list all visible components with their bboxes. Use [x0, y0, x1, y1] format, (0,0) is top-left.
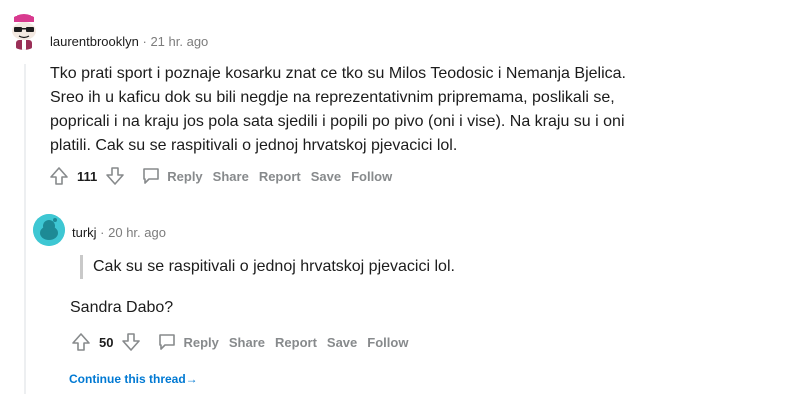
continue-thread-label: Continue this thread: [69, 372, 186, 386]
continue-thread-link[interactable]: Continue this thread→: [69, 372, 198, 386]
snoo-avatar-icon: [12, 14, 36, 50]
avatar[interactable]: [33, 214, 65, 246]
timestamp[interactable]: 20 hr. ago: [108, 225, 166, 240]
share-button[interactable]: Share: [213, 169, 249, 184]
downvote-button[interactable]: [119, 330, 143, 354]
downvote-button[interactable]: [103, 164, 127, 188]
downvote-icon: [106, 167, 125, 185]
report-button[interactable]: Report: [259, 169, 301, 184]
comment-bubble-icon: [159, 334, 176, 350]
reply-button[interactable]: Reply: [141, 166, 203, 186]
upvote-button[interactable]: [69, 330, 93, 354]
comment-body: Sandra Dabo?: [70, 299, 174, 316]
author-name[interactable]: turkj: [72, 225, 97, 240]
snoo-avatar-icon: [33, 214, 65, 246]
upvote-button[interactable]: [47, 164, 71, 188]
report-button[interactable]: Report: [275, 335, 317, 350]
thread-line[interactable]: [24, 64, 26, 394]
upvote-icon: [50, 167, 68, 185]
timestamp[interactable]: 21 hr. ago: [150, 34, 208, 49]
vote-score: 50: [99, 334, 114, 350]
reply-label: Reply: [167, 168, 203, 184]
upvote-icon: [72, 333, 90, 351]
share-button[interactable]: Share: [229, 335, 265, 350]
comment-meta: turkj · 20 hr. ago: [72, 225, 166, 240]
follow-button[interactable]: Follow: [367, 335, 408, 350]
vote-score: 111: [77, 168, 98, 184]
avatar[interactable]: [6, 14, 42, 50]
reply-button[interactable]: Reply: [157, 332, 219, 352]
save-button[interactable]: Save: [311, 169, 341, 184]
comment-body: Tko prati sport i poznaje kosarku znat c…: [50, 65, 626, 154]
comment-bubble-icon: [143, 168, 160, 184]
blockquote: Cak su se raspitivali o jednoj hrvatskoj…: [80, 255, 455, 279]
comment-actions: 111 Reply Share Report Save Follow: [47, 164, 392, 188]
arrow-right-icon: →: [185, 372, 198, 386]
reply-label: Reply: [183, 334, 219, 350]
follow-button[interactable]: Follow: [351, 169, 392, 184]
comment-actions: 50 Reply Share Report Save Follow: [69, 330, 408, 354]
downvote-icon: [122, 333, 141, 351]
save-button[interactable]: Save: [327, 335, 357, 350]
comment-meta: laurentbrooklyn · 21 hr. ago: [50, 34, 208, 49]
author-name[interactable]: laurentbrooklyn: [50, 34, 139, 49]
meta-separator: ·: [138, 34, 151, 49]
meta-separator: ·: [96, 225, 109, 240]
